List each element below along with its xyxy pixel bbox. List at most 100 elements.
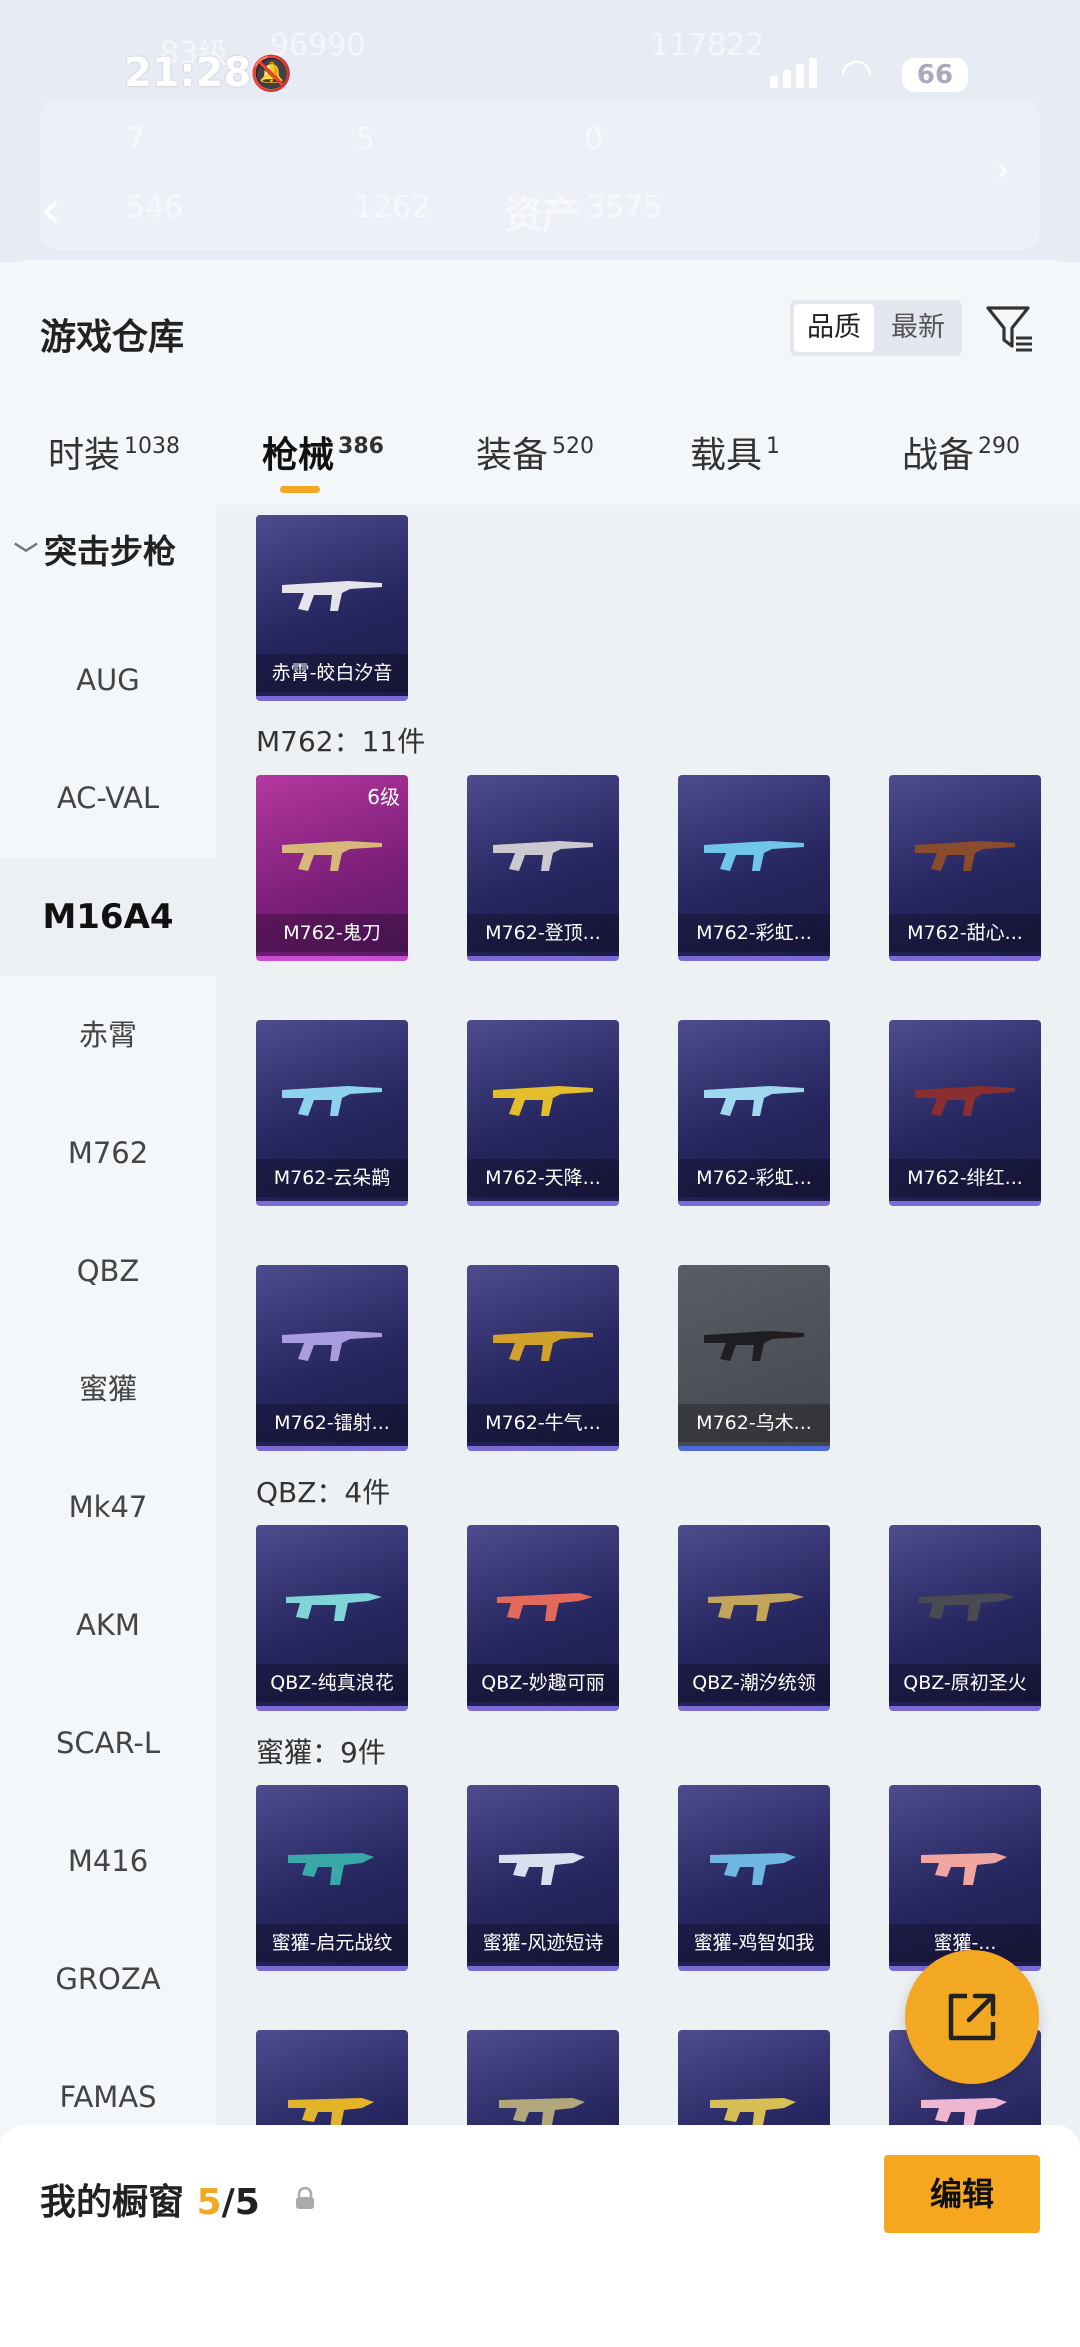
item-card[interactable]: M762-乌木... — [678, 1265, 830, 1451]
status-bar: 21:28 🔕 ◠ 66 — [0, 50, 1080, 106]
page-title: 游戏仓库 — [40, 317, 185, 358]
item-card[interactable]: 蜜獾-... — [889, 1785, 1041, 1971]
showcase-label: 我的橱窗 — [40, 2182, 185, 2223]
smg-icon — [499, 1853, 585, 1885]
rifle-icon — [493, 841, 593, 871]
tab-label: 战备 — [902, 435, 975, 476]
item-card[interactable]: 赤霄-皎白汐音 — [256, 515, 408, 701]
tab-vehicles[interactable]: 载具 1 — [690, 426, 780, 478]
chevron-down-icon: ﹀ — [14, 541, 38, 569]
item-card[interactable]: M762-甜心... — [889, 775, 1041, 961]
tab-guns[interactable]: 枪械 386 — [262, 426, 384, 478]
item-name: M762-绯红... — [889, 1159, 1041, 1197]
rifle-icon — [915, 1086, 1015, 1116]
rifle-icon — [919, 1593, 1015, 1621]
item-card[interactable]: M762-云朵鹋 — [256, 1020, 408, 1206]
sort-newest-button[interactable]: 最新 — [878, 304, 958, 352]
sidebar-item-m416[interactable]: M416 — [0, 1802, 216, 1920]
item-card[interactable]: QBZ-原初圣火 — [889, 1525, 1041, 1711]
item-card[interactable]: 蜜獾-鸡智如我 — [678, 1785, 830, 1971]
tab-label: 装备 — [476, 435, 549, 476]
wifi-icon: ◠ — [840, 50, 874, 94]
smg-icon — [710, 1853, 796, 1885]
rifle-icon — [704, 841, 804, 871]
sidebar-item-akm[interactable]: AKM — [0, 1566, 216, 1684]
item-name: QBZ-纯真浪花 — [256, 1664, 408, 1702]
edit-button[interactable]: 编辑 — [884, 2155, 1040, 2233]
tab-count: 290 — [978, 434, 1021, 459]
tab-supplies[interactable]: 战备 290 — [902, 426, 1020, 478]
lock-icon — [296, 2187, 314, 2209]
showcase-title: 我的橱窗 5/5 — [40, 2173, 260, 2225]
item-name: M762-天降... — [467, 1159, 619, 1197]
item-card[interactable]: M762-镭射... — [256, 1265, 408, 1451]
item-card[interactable]: M762-登顶... — [467, 775, 619, 961]
item-card[interactable]: M762-绯红... — [889, 1020, 1041, 1206]
status-time: 21:28 — [124, 50, 252, 96]
sidebar-category-header[interactable]: ﹀ 突击步枪 — [14, 525, 176, 573]
sidebar-item-groza[interactable]: GROZA — [0, 1920, 216, 2038]
item-grid: 赤霄-皎白汐音 M762：11件 6级 M762-鬼刀 M762-登顶... M… — [216, 505, 1080, 2185]
sort-quality-button[interactable]: 品质 — [794, 304, 874, 352]
rifle-icon — [704, 1086, 804, 1116]
group-label-qbz: QBZ：4件 — [256, 1476, 391, 1509]
share-button[interactable] — [905, 1950, 1039, 2084]
smg-icon — [921, 1853, 1007, 1885]
rifle-icon — [282, 1331, 382, 1361]
back-chevron-icon[interactable]: ‹ — [40, 178, 62, 241]
rifle-icon — [493, 1331, 593, 1361]
item-name: QBZ-潮汐统领 — [678, 1664, 830, 1702]
item-name: QBZ-妙趣可丽 — [467, 1664, 619, 1702]
group-label-m762: M762：11件 — [256, 725, 426, 758]
rifle-icon — [497, 1593, 593, 1621]
item-name: QBZ-原初圣火 — [889, 1664, 1041, 1702]
group-label-mihuan: 蜜獾：9件 — [256, 1736, 386, 1769]
item-card[interactable]: M762-彩虹... — [678, 1020, 830, 1206]
rifle-icon — [282, 1086, 382, 1116]
sidebar-item-ac-val[interactable]: AC-VAL — [0, 739, 216, 857]
sidebar-item-aug[interactable]: AUG — [0, 621, 216, 739]
tab-count: 1 — [766, 434, 781, 459]
sidebar-item-scar-l[interactable]: SCAR-L — [0, 1684, 216, 1802]
share-icon — [948, 1993, 996, 2041]
item-card[interactable]: 6级 M762-鬼刀 — [256, 775, 408, 961]
rifle-icon — [704, 1331, 804, 1361]
item-card[interactable]: 蜜獾-启元战纹 — [256, 1785, 408, 1971]
item-name: M762-镭射... — [256, 1404, 408, 1442]
battery-icon: 66 — [902, 58, 968, 92]
bg-assets-label: 资产 — [504, 193, 581, 237]
sidebar-item-m762[interactable]: M762 — [0, 1094, 216, 1212]
item-name: M762-彩虹... — [678, 914, 830, 952]
item-name: 蜜獾-风迹短诗 — [467, 1924, 619, 1962]
item-card[interactable]: QBZ-纯真浪花 — [256, 1525, 408, 1711]
item-card[interactable]: M762-牛气... — [467, 1265, 619, 1451]
tab-label: 时装 — [48, 435, 121, 476]
item-card[interactable]: 蜜獾-风迹短诗 — [467, 1785, 619, 1971]
tab-count: 1038 — [124, 434, 181, 459]
signal-icon — [770, 58, 817, 88]
showcase-total: /5 — [221, 2182, 260, 2223]
item-name: M762-甜心... — [889, 914, 1041, 952]
item-card[interactable]: M762-天降... — [467, 1020, 619, 1206]
tab-count: 520 — [552, 434, 595, 459]
item-name: 蜜獾-启元战纹 — [256, 1924, 408, 1962]
sidebar-item-mihuan[interactable]: 蜜獾 — [0, 1330, 216, 1448]
bg-stat3: 0 — [584, 122, 604, 157]
bg-stat5: 1262 — [354, 190, 431, 225]
sidebar-item-chixiao[interactable]: 赤霄 — [0, 976, 216, 1094]
sidebar-item-m16a4[interactable]: M16A4 — [0, 858, 216, 976]
item-card[interactable]: QBZ-妙趣可丽 — [467, 1525, 619, 1711]
sidebar-category-label: 突击步枪 — [44, 532, 176, 571]
item-card[interactable]: QBZ-潮汐统领 — [678, 1525, 830, 1711]
item-name: M762-登顶... — [467, 914, 619, 952]
sort-toggle: 品质 最新 — [790, 300, 962, 356]
sidebar-item-qbz[interactable]: QBZ — [0, 1212, 216, 1330]
sidebar-item-mk47[interactable]: Mk47 — [0, 1448, 216, 1566]
item-card[interactable]: M762-彩虹... — [678, 775, 830, 961]
item-name: M762-云朵鹋 — [256, 1159, 408, 1197]
mute-bell-icon: 🔕 — [250, 54, 293, 94]
tab-equipment[interactable]: 装备 520 — [476, 426, 594, 478]
forward-chevron-icon[interactable]: › — [996, 150, 1010, 190]
tab-fashion[interactable]: 时装 1038 — [48, 426, 180, 478]
filter-icon[interactable] — [984, 302, 1036, 354]
